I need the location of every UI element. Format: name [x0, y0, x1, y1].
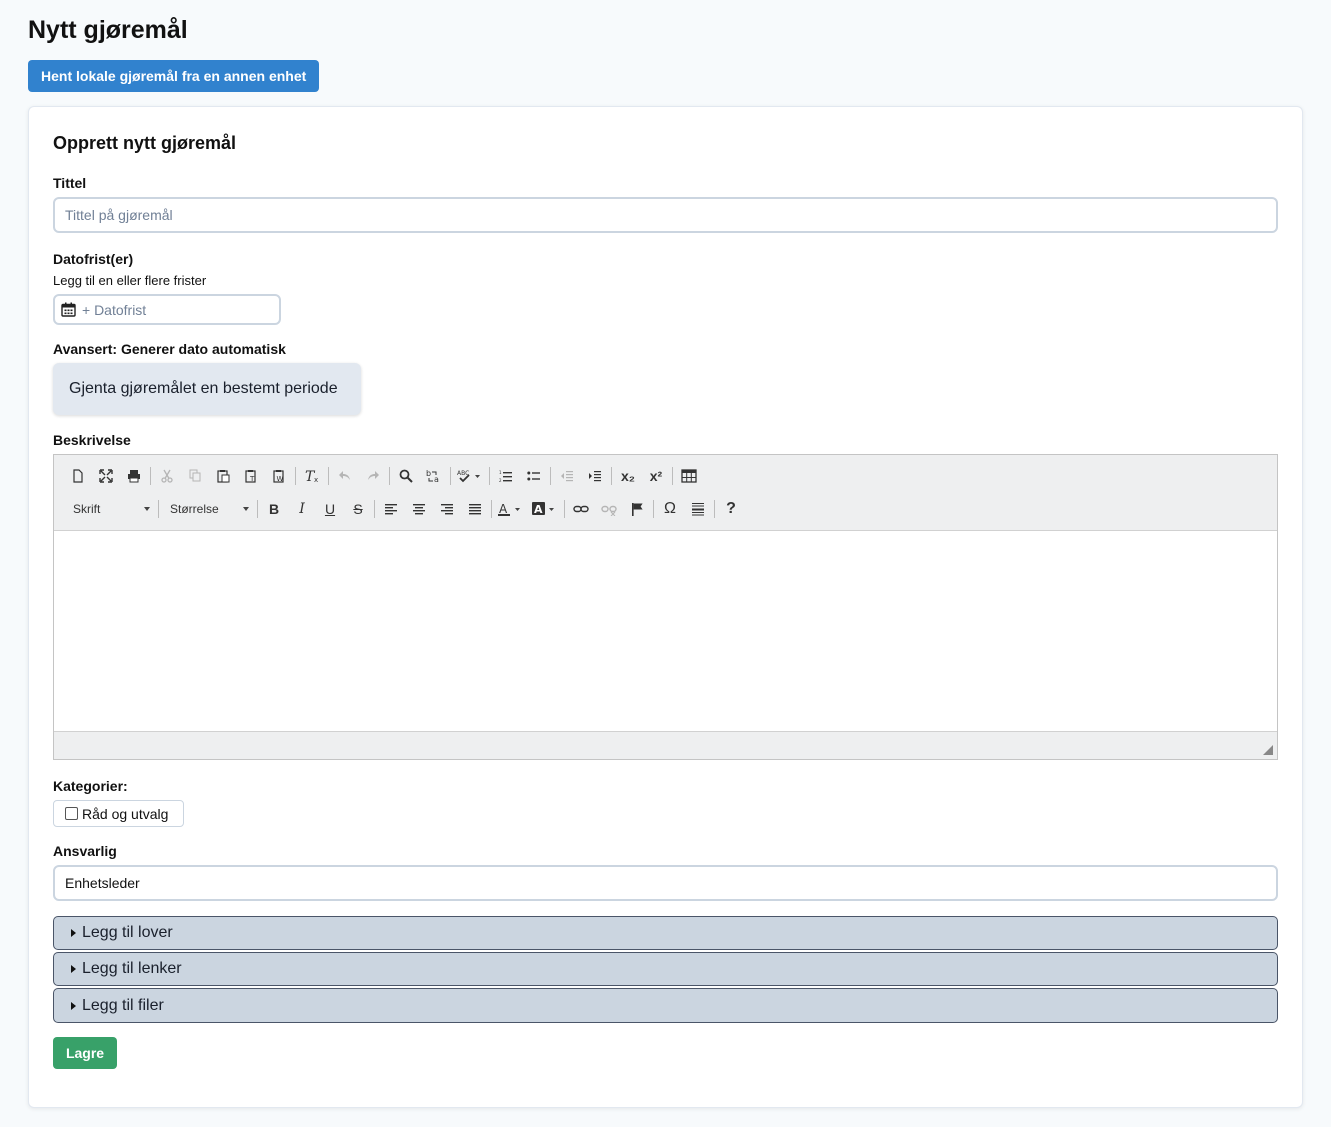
- paste-text-icon[interactable]: T: [237, 463, 265, 489]
- indent-icon[interactable]: [581, 463, 609, 489]
- category-raad-og-utvalg[interactable]: Råd og utvalg: [53, 800, 184, 827]
- svg-text:1: 1: [499, 470, 502, 475]
- replace-icon[interactable]: ba: [420, 463, 448, 489]
- anchor-flag-icon[interactable]: [623, 496, 651, 522]
- svg-text:x: x: [314, 476, 318, 483]
- fetch-local-tasks-button[interactable]: Hent lokale gjøremål fra en annen enhet: [28, 60, 320, 92]
- deadline-help: Legg til en eller flere frister: [53, 273, 207, 288]
- maximize-icon[interactable]: [92, 463, 120, 489]
- deadline-placeholder: + Datofrist: [82, 301, 147, 318]
- svg-text:T: T: [249, 475, 255, 483]
- strikethrough-icon[interactable]: S: [344, 496, 372, 522]
- checkbox[interactable]: [65, 807, 78, 820]
- save-button[interactable]: Lagre: [53, 1037, 117, 1069]
- special-char-icon[interactable]: Ω: [656, 496, 684, 522]
- caret-right-icon: [71, 965, 76, 973]
- editor-content-area[interactable]: [54, 531, 1277, 731]
- description-label: Beskrivelse: [53, 432, 131, 448]
- numbered-list-icon[interactable]: 12: [492, 463, 520, 489]
- categories-label: Kategorier:: [53, 778, 128, 794]
- text-color-icon[interactable]: A: [494, 496, 528, 522]
- card-title: Opprett nytt gjøremål: [53, 133, 237, 153]
- auto-date-label: Avansert: Generer dato automatisk: [53, 341, 286, 357]
- rich-text-editor: T W Tx b a ABC 1 2 x₂ x² Skrift Størrels…: [53, 454, 1278, 760]
- bullet-list-icon[interactable]: [520, 463, 548, 489]
- category-option-label: Råd og utvalg: [82, 805, 169, 822]
- responsible-input[interactable]: Enhetsleder: [53, 865, 1278, 901]
- outdent-icon[interactable]: [553, 463, 581, 489]
- justify-icon[interactable]: [461, 496, 489, 522]
- copy-icon[interactable]: [181, 463, 209, 489]
- spellcheck-icon[interactable]: ABC: [453, 463, 487, 489]
- accordion-files-label: Legg til filer: [82, 996, 164, 1014]
- responsible-label: Ansvarlig: [53, 843, 117, 859]
- size-combo-label: Størrelse: [170, 502, 219, 516]
- svg-text:2: 2: [499, 478, 502, 483]
- title-input[interactable]: Tittel på gjøremål: [53, 197, 1278, 233]
- new-page-icon[interactable]: [64, 463, 92, 489]
- cut-icon[interactable]: [153, 463, 181, 489]
- paste-word-icon[interactable]: W: [265, 463, 293, 489]
- align-right-icon[interactable]: [433, 496, 461, 522]
- superscript-icon[interactable]: x²: [642, 463, 670, 489]
- remove-format-icon[interactable]: Tx: [298, 463, 326, 489]
- resize-handle-icon[interactable]: [1263, 745, 1273, 755]
- toolbar-row-2: Skrift Størrelse B I U S A A Ω ?: [64, 495, 745, 523]
- deadline-input[interactable]: + Datofrist: [53, 294, 281, 325]
- toolbar-row-1: T W Tx b a ABC 1 2 x₂ x²: [64, 462, 703, 490]
- deadline-label: Datofrist(er): [53, 251, 134, 267]
- editor-toolbar: T W Tx b a ABC 1 2 x₂ x² Skrift Størrels…: [54, 455, 1277, 531]
- title-label: Tittel: [53, 175, 87, 191]
- calendar-icon: [61, 302, 76, 317]
- title-placeholder: Tittel på gjøremål: [65, 207, 173, 223]
- underline-icon[interactable]: U: [316, 496, 344, 522]
- align-center-icon[interactable]: [405, 496, 433, 522]
- font-combo-label: Skrift: [73, 502, 101, 516]
- font-combo[interactable]: Skrift: [64, 496, 156, 522]
- svg-text:W: W: [277, 475, 284, 483]
- accordion-files[interactable]: Legg til filer: [53, 988, 1278, 1023]
- repeat-period-button[interactable]: Gjenta gjøremålet en bestemt periode: [53, 363, 361, 415]
- background-color-icon[interactable]: A: [528, 496, 562, 522]
- accordion-links[interactable]: Legg til lenker: [53, 952, 1278, 986]
- bold-icon[interactable]: B: [260, 496, 288, 522]
- chevron-down-icon: [243, 507, 249, 511]
- chevron-down-icon: [144, 507, 150, 511]
- caret-right-icon: [71, 1001, 76, 1010]
- responsible-value: Enhetsleder: [65, 875, 140, 891]
- subscript-icon[interactable]: x₂: [614, 463, 642, 489]
- unlink-icon[interactable]: [595, 496, 623, 522]
- find-icon[interactable]: [392, 463, 420, 489]
- table-icon[interactable]: [675, 463, 703, 489]
- link-icon[interactable]: [567, 496, 595, 522]
- editor-footer: [54, 731, 1277, 759]
- italic-icon[interactable]: I: [288, 496, 316, 522]
- size-combo[interactable]: Størrelse: [161, 496, 255, 522]
- help-icon[interactable]: ?: [717, 496, 745, 522]
- svg-text:a: a: [434, 475, 439, 483]
- caret-right-icon: [71, 929, 76, 937]
- accordion-laws-label: Legg til lover: [82, 924, 173, 941]
- svg-text:A: A: [499, 502, 508, 516]
- create-task-card: Opprett nytt gjøremål Tittel Tittel på g…: [28, 106, 1303, 1108]
- page-title: Nytt gjøremål: [28, 16, 188, 44]
- accordion-laws[interactable]: Legg til lover: [53, 916, 1278, 950]
- undo-icon[interactable]: [331, 463, 359, 489]
- paste-icon[interactable]: [209, 463, 237, 489]
- align-left-icon[interactable]: [377, 496, 405, 522]
- horizontal-rule-icon[interactable]: [684, 496, 712, 522]
- svg-text:A: A: [534, 503, 543, 516]
- svg-text:b: b: [426, 469, 431, 478]
- redo-icon[interactable]: [359, 463, 387, 489]
- print-icon[interactable]: [120, 463, 148, 489]
- accordion-links-label: Legg til lenker: [82, 960, 182, 977]
